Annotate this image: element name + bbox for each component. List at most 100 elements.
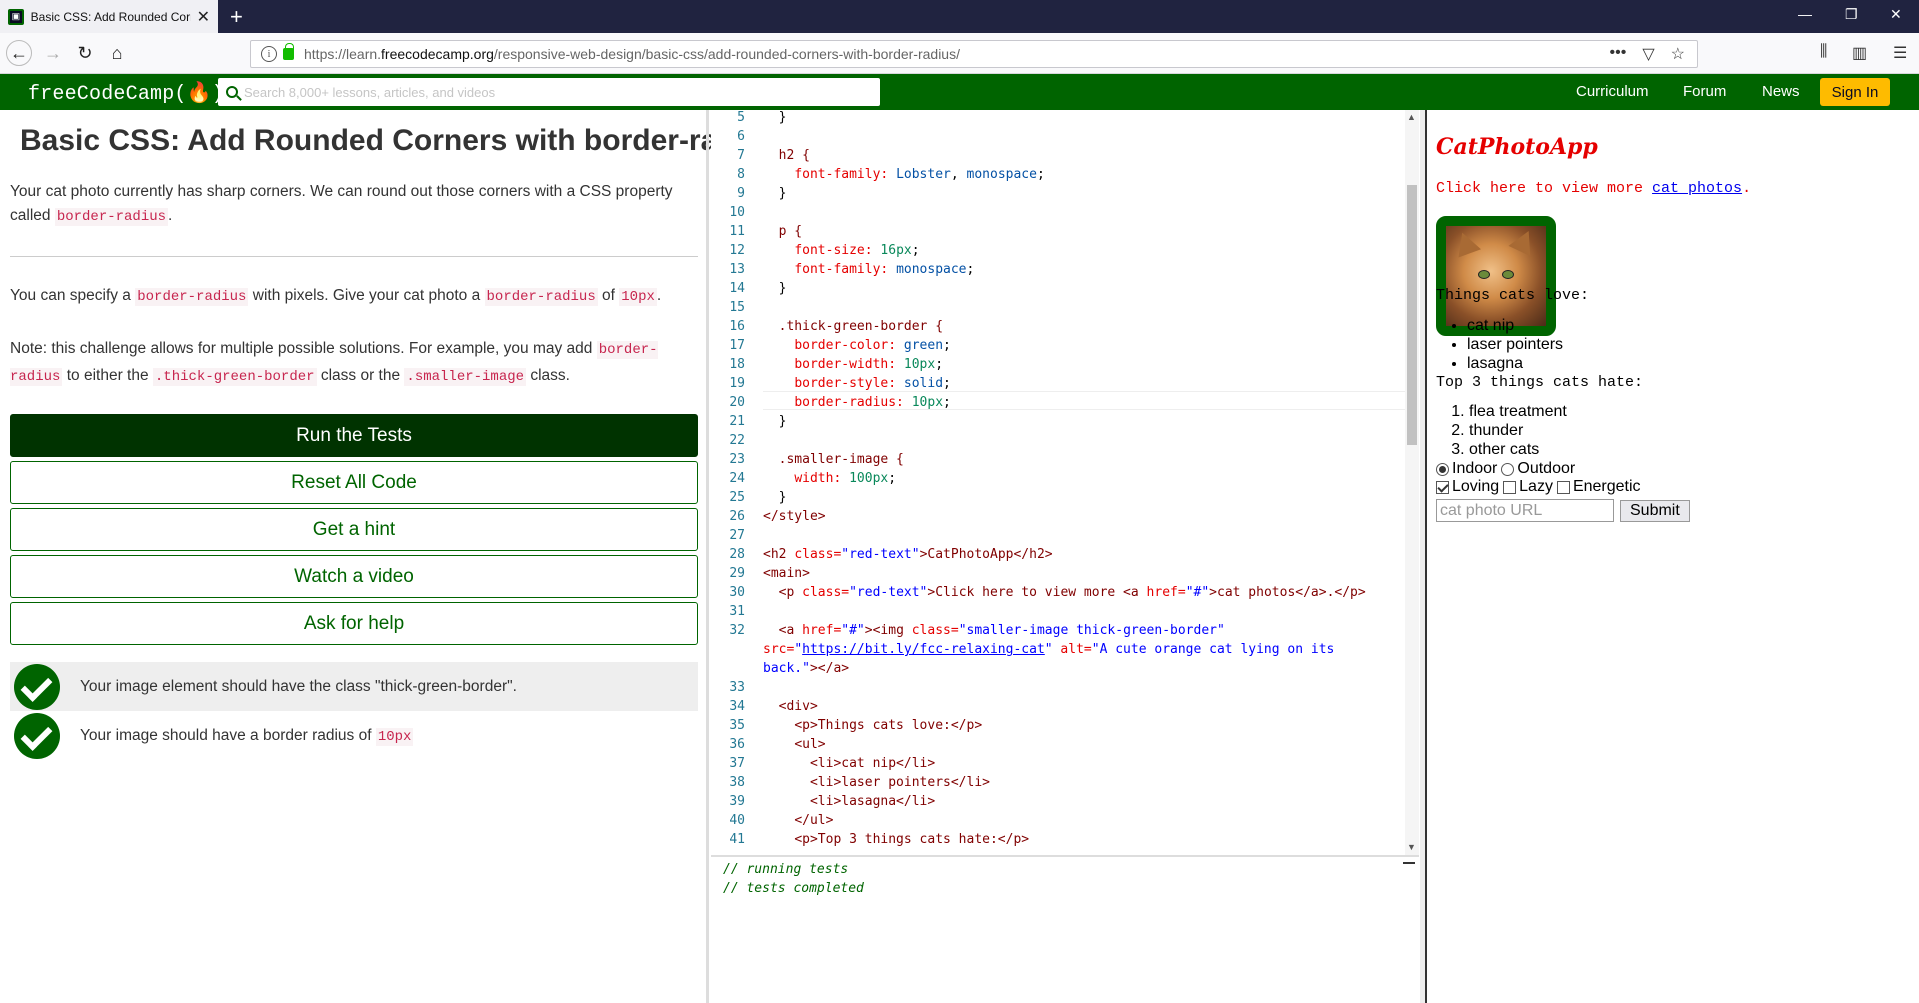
code-line: 11 p { [729,224,803,239]
code-line: 26 </style> [729,509,826,524]
url-bar[interactable]: i https://learn.freecodecamp.org/respons… [250,40,1698,68]
code-line: 23 .smaller-image { [729,452,904,467]
menu-icon[interactable]: ☰ [1893,43,1907,63]
indoor-radio[interactable] [1436,462,1449,476]
reload-button[interactable]: ↻ [72,40,98,66]
ask-help-button[interactable]: Ask for help [10,602,698,645]
code-line: 22 [729,433,745,448]
code-line: 10 [729,205,745,220]
code-line: 9 } [737,186,787,201]
code-line: 18 border-width: 10px; [729,357,944,372]
loving-label[interactable]: Loving [1452,478,1499,496]
checkbox-group: Loving Lazy Energetic [1436,478,1641,496]
restore-icon[interactable]: ❐ [1845,6,1858,23]
collapse-icon[interactable] [1403,862,1415,864]
energetic-checkbox[interactable] [1556,480,1570,494]
scroll-up-icon[interactable]: ▲ [1407,112,1416,122]
editor-scroll-thumb[interactable] [1407,185,1417,445]
list-item: laser pointers [1467,335,1563,354]
run-tests-button[interactable]: Run the Tests [10,414,698,457]
list-item: other cats [1469,440,1567,459]
search-input[interactable] [244,84,864,100]
list-item: lasagna [1467,354,1563,373]
code-editor[interactable]: 5 } 6 7 h2 { 8 font-family: Lobster, mon… [711,110,1407,855]
cat-eye-shape [1478,270,1490,279]
url-form: Submit [1436,499,1690,522]
code-line: 8 font-family: Lobster, monospace; [737,167,1045,182]
nav-news[interactable]: News [1762,83,1800,100]
divider [10,256,698,257]
code-line: 27 [729,528,745,543]
nav-curriculum[interactable]: Curriculum [1576,83,1649,100]
cat-photo-url-input[interactable] [1436,499,1614,522]
scroll-down-icon[interactable]: ▼ [1407,842,1416,852]
check-icon [14,712,60,759]
preview-pane: CatPhotoApp Click here to view more cat … [1425,110,1919,1003]
window-close-icon[interactable]: ✕ [1890,6,1902,23]
loving-checkbox[interactable] [1436,480,1449,494]
tab-close-icon[interactable]: ✕ [197,7,210,27]
editor-scrollbar[interactable]: ▲ ▼ [1405,110,1419,855]
minimize-icon[interactable]: — [1798,6,1812,22]
browser-tab[interactable]: ▣ Basic CSS: Add Rounded Corne ✕ [0,0,218,33]
search-icon [226,86,238,98]
outdoor-radio[interactable] [1501,462,1515,476]
sign-in-button[interactable]: Sign In [1820,78,1890,106]
code-line: 39 <li>lasagna</li> [729,794,936,809]
code-link[interactable]: https://bit.ly/fcc-relaxing-cat [802,642,1045,657]
console-line: // tests completed [723,881,864,896]
code-line: 34 <div> [729,699,818,714]
url-text[interactable]: https://learn.freecodecamp.org/responsiv… [304,46,960,62]
pocket-icon[interactable]: ▽ [1642,44,1654,64]
code-line: 25 } [729,490,787,505]
submit-button[interactable]: Submit [1620,499,1690,522]
get-hint-button[interactable]: Get a hint [10,508,698,551]
code-line: 20 border-radius: 10px; [729,395,951,410]
love-heading: Things cats love: [1436,287,1590,304]
reload-icon: ↻ [77,42,93,63]
new-tab-button[interactable]: + [230,4,243,30]
cat-photos-link[interactable]: cat photos [1652,180,1742,197]
code-line: src="https://bit.ly/fcc-relaxing-cat" al… [763,642,1335,657]
cat-ear-shape [1508,226,1540,257]
bookmark-star-icon[interactable]: ☆ [1671,44,1685,64]
page-title: Basic CSS: Add Rounded Corners with bord… [20,124,779,157]
site-info-icon[interactable]: i [261,46,277,62]
indoor-label[interactable]: Indoor [1452,460,1497,478]
list-item: cat nip [1467,316,1563,335]
browser-nav-bar: ← → ↻ ⌂ i https://learn.freecodecamp.org… [0,33,1919,74]
description-paragraph-1: Your cat photo currently has sharp corne… [10,183,673,226]
library-icon[interactable]: ⫼ [1820,43,1827,61]
nav-forum[interactable]: Forum [1683,83,1726,100]
radio-group: Indoor Outdoor [1436,460,1575,478]
forward-arrow-icon: → [44,42,62,63]
reset-code-button[interactable]: Reset All Code [10,461,698,504]
lazy-label[interactable]: Lazy [1519,478,1553,496]
watch-video-button[interactable]: Watch a video [10,555,698,598]
forward-button[interactable]: → [40,40,66,66]
page-actions-icon[interactable]: ••• [1610,44,1627,64]
outdoor-label[interactable]: Outdoor [1517,460,1575,478]
code-line: 21 } [729,414,787,429]
list-item: thunder [1469,421,1567,440]
back-button[interactable]: ← [6,40,32,66]
home-button[interactable]: ⌂ [104,40,130,66]
energetic-label[interactable]: Energetic [1573,478,1641,496]
lazy-checkbox[interactable] [1503,480,1517,494]
code-line: 35 <p>Things cats love:</p> [729,718,983,733]
hate-list: flea treatment thunder other cats [1469,402,1567,459]
code-line: 41 <p>Top 3 things cats hate:</p> [729,832,1030,847]
pane-divider[interactable] [706,110,709,1003]
test-console: // running tests // tests completed [711,855,1419,1003]
fcc-logo[interactable]: freeCodeCamp(🔥) [28,80,224,106]
cat-eye-shape [1502,270,1514,279]
tab-title: Basic CSS: Add Rounded Corne [30,9,191,24]
code-line: 7 h2 { [737,148,810,163]
search-box[interactable] [218,78,880,106]
test-result: Your image element should have the class… [10,662,698,711]
love-list: cat nip laser pointers lasagna [1467,316,1563,373]
cat-ear-shape [1450,228,1482,258]
code-line: 32 <a href="#"><img class="smaller-image… [729,623,1225,638]
sidebar-icon[interactable]: ▥ [1852,43,1867,63]
code-line: 30 <p class="red-text">Click here to vie… [729,585,1366,600]
